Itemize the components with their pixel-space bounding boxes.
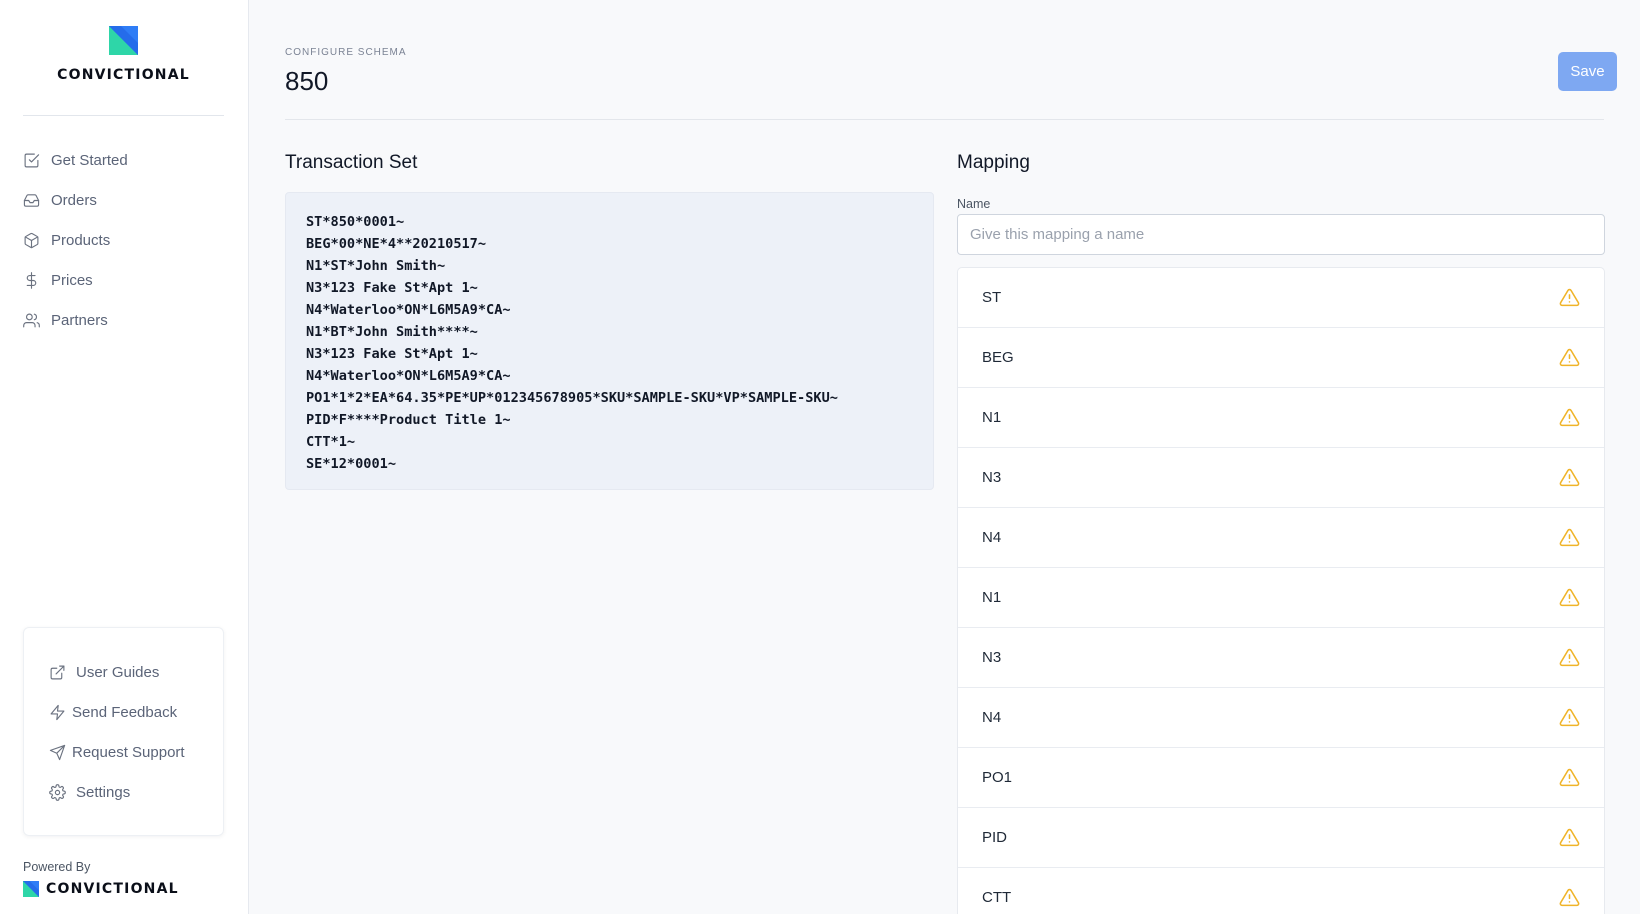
- sidebar-nav: Get Started Orders Products Prices Partn…: [23, 140, 228, 340]
- segment-label: BEG: [982, 349, 1014, 366]
- mapping-row[interactable]: N3: [958, 628, 1604, 688]
- save-button[interactable]: Save: [1558, 52, 1617, 91]
- code-line: N4*Waterloo*ON*L6M5A9*CA~: [306, 368, 511, 384]
- box-icon: [23, 232, 40, 249]
- transaction-set-title: Transaction Set: [285, 152, 418, 173]
- users-icon: [23, 312, 40, 329]
- mapping-row[interactable]: PO1: [958, 748, 1604, 808]
- sidebar-item-label: Prices: [51, 271, 93, 289]
- sidebar-item-label: Orders: [51, 191, 97, 209]
- help-card: User Guides Send Feedback Request Suppor…: [23, 627, 224, 836]
- code-line: SE*12*0001~: [306, 456, 397, 472]
- powered-by-brand-name: CONVICTIONAL: [46, 881, 179, 897]
- sidebar-item-get-started[interactable]: Get Started: [23, 140, 228, 180]
- mapping-row[interactable]: N1: [958, 388, 1604, 448]
- mapping-row[interactable]: BEG: [958, 328, 1604, 388]
- segment-label: CTT: [982, 889, 1012, 906]
- warning-icon: [1559, 407, 1580, 428]
- checkbox-icon: [23, 152, 40, 169]
- request-support-link[interactable]: Request Support: [24, 732, 223, 772]
- warning-icon: [1559, 827, 1580, 848]
- code-line: BEG*00*NE*4**20210517~: [306, 236, 487, 252]
- mapping-row[interactable]: N3: [958, 448, 1604, 508]
- warning-icon: [1559, 767, 1580, 788]
- mapping-row[interactable]: N4: [958, 688, 1604, 748]
- segment-label: PID: [982, 829, 1008, 846]
- convictional-logo-mark-icon: [23, 881, 39, 897]
- code-line: N3*123 Fake St*Apt 1~: [306, 346, 478, 362]
- code-line: CTT*1~: [306, 434, 356, 450]
- warning-icon: [1559, 527, 1580, 548]
- sidebar-item-products[interactable]: Products: [23, 220, 228, 260]
- warning-icon: [1559, 287, 1580, 308]
- external-link-icon: [49, 664, 66, 681]
- mapping-name-input[interactable]: [957, 214, 1605, 255]
- help-item-label: User Guides: [76, 663, 160, 681]
- mapping-row[interactable]: N1: [958, 568, 1604, 628]
- sidebar-item-label: Get Started: [51, 151, 128, 169]
- inbox-icon: [23, 192, 40, 209]
- help-item-label: Request Support: [72, 743, 185, 761]
- code-line: PO1*1*2*EA*64.35*PE*UP*012345678905*SKU*…: [306, 390, 838, 406]
- header-divider: [285, 119, 1604, 120]
- help-item-label: Settings: [76, 783, 131, 801]
- code-line: ST*850*0001~: [306, 214, 405, 230]
- sidebar-item-label: Partners: [51, 311, 108, 329]
- segment-label: PO1: [982, 769, 1013, 786]
- segment-label: N1: [982, 589, 1002, 606]
- code-line: N4*Waterloo*ON*L6M5A9*CA~: [306, 302, 511, 318]
- user-guides-link[interactable]: User Guides: [24, 652, 223, 692]
- warning-icon: [1559, 707, 1580, 728]
- send-feedback-link[interactable]: Send Feedback: [24, 692, 223, 732]
- code-line: N1*BT*John Smith****~: [306, 324, 478, 340]
- settings-link[interactable]: Settings: [24, 772, 223, 812]
- convictional-logo-mark-icon: [109, 26, 138, 55]
- dollar-icon: [23, 271, 40, 289]
- code-line: N3*123 Fake St*Apt 1~: [306, 280, 478, 296]
- help-item-label: Send Feedback: [72, 703, 178, 721]
- mapping-row[interactable]: PID: [958, 808, 1604, 868]
- sidebar-item-prices[interactable]: Prices: [23, 260, 228, 300]
- sidebar: CONVICTIONAL Get Started Orders Products…: [0, 0, 249, 914]
- main-content: CONFIGURE SCHEMA 850 Save Transaction Se…: [249, 0, 1640, 914]
- mapping-row[interactable]: N4: [958, 508, 1604, 568]
- sidebar-item-partners[interactable]: Partners: [23, 300, 228, 340]
- mapping-name-label: Name: [957, 197, 991, 211]
- segment-label: ST: [982, 289, 1002, 306]
- mapping-title: Mapping: [957, 152, 1030, 173]
- warning-icon: [1559, 587, 1580, 608]
- warning-icon: [1559, 887, 1580, 908]
- page-title: 850: [285, 66, 329, 96]
- warning-icon: [1559, 467, 1580, 488]
- send-icon: [49, 744, 66, 761]
- powered-by-logo: CONVICTIONAL: [23, 881, 179, 897]
- segment-label: N4: [982, 529, 1002, 546]
- powered-by-label: Powered By: [23, 860, 91, 874]
- page-eyebrow: CONFIGURE SCHEMA: [285, 47, 407, 58]
- sidebar-item-orders[interactable]: Orders: [23, 180, 228, 220]
- segment-label: N4: [982, 709, 1002, 726]
- gear-icon: [49, 783, 66, 801]
- lightning-icon: [49, 704, 66, 721]
- warning-icon: [1559, 347, 1580, 368]
- transaction-set-code: ST*850*0001~ BEG*00*NE*4**20210517~ N1*ST*…: [285, 192, 934, 490]
- mapping-segment-list: ST BEG N1 N3 N4 N1 N3 N4 PO1 PID CTT: [957, 267, 1605, 914]
- segment-label: N3: [982, 649, 1002, 666]
- brand-logo[interactable]: CONVICTIONAL: [23, 0, 224, 116]
- segment-label: N1: [982, 409, 1002, 426]
- code-line: N1*ST*John Smith~: [306, 258, 446, 274]
- brand-name: CONVICTIONAL: [57, 67, 190, 83]
- segment-label: N3: [982, 469, 1002, 486]
- sidebar-item-label: Products: [51, 231, 111, 249]
- mapping-row[interactable]: ST: [958, 268, 1604, 328]
- code-line: PID*F****Product Title 1~: [306, 412, 511, 428]
- mapping-row[interactable]: CTT: [958, 868, 1604, 914]
- warning-icon: [1559, 647, 1580, 668]
